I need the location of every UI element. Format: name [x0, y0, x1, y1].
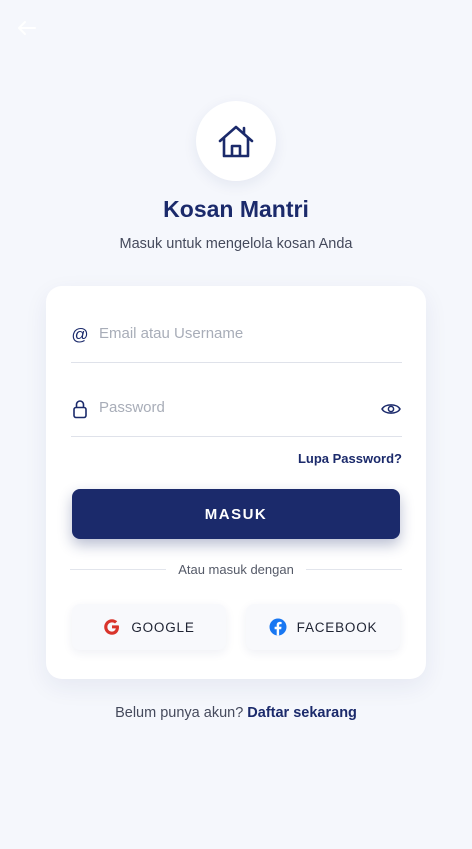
facebook-logo-icon	[269, 618, 287, 636]
google-login-button[interactable]: GOOGLE	[72, 604, 226, 650]
login-button[interactable]: MASUK	[72, 489, 400, 539]
login-card: @ Lupa Password? MASUK Atau masuk	[46, 286, 426, 679]
social-divider: Atau masuk dengan	[70, 560, 403, 578]
arrow-left-icon	[18, 21, 36, 35]
divider-line-right	[305, 568, 403, 570]
signup-row: Belum punya akun? Daftar sekarang	[0, 705, 472, 721]
app-title: Kosan Mantri	[163, 196, 309, 222]
forgot-password-link[interactable]: Lupa Password?	[298, 451, 402, 466]
house-icon	[218, 125, 254, 158]
signup-link[interactable]: Daftar sekarang	[247, 705, 357, 721]
eye-icon	[381, 404, 401, 414]
divider-line-left	[70, 568, 167, 570]
signup-prompt: Belum punya akun?	[115, 705, 244, 721]
lock-icon	[71, 399, 89, 419]
password-input[interactable]	[99, 393, 369, 421]
app-subtitle: Masuk untuk mengelola kosan Anda	[119, 236, 353, 252]
toggle-password-visibility[interactable]	[380, 400, 402, 418]
at-sign-icon: @	[71, 325, 89, 344]
password-field	[71, 387, 402, 437]
facebook-login-button[interactable]: FACEBOOK	[246, 604, 400, 650]
email-field: @	[71, 313, 402, 363]
divider-text: Atau masuk dengan	[178, 561, 294, 577]
email-input[interactable]	[99, 319, 369, 347]
app-logo	[196, 101, 276, 181]
back-button[interactable]	[14, 16, 40, 40]
google-logo-icon	[104, 619, 120, 635]
facebook-label: FACEBOOK	[296, 619, 378, 635]
login-screen: Kosan Mantri Masuk untuk mengelola kosan…	[0, 0, 472, 849]
google-label: GOOGLE	[131, 619, 195, 635]
